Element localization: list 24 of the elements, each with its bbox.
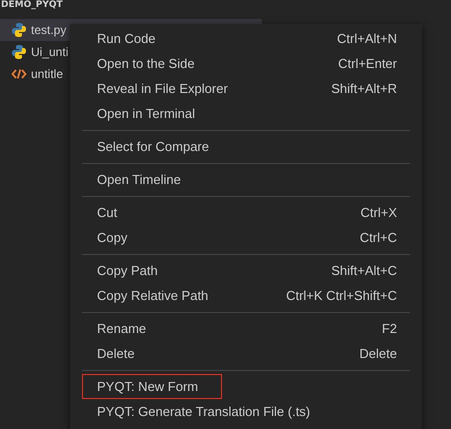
folder-title: DEMO_PYQT (1, 0, 63, 10)
shortcut-label: Ctrl+K Ctrl+Shift+C (286, 288, 397, 303)
shortcut-label: Ctrl+Alt+N (337, 31, 397, 46)
menu-label: PYQT: New Form (97, 379, 198, 394)
menu-label: Rename (97, 321, 146, 336)
menu-label: Select for Compare (97, 139, 209, 154)
shortcut-label: Delete (359, 346, 397, 361)
shortcut-label: F2 (382, 321, 397, 336)
menu-label: Open Timeline (97, 172, 181, 187)
menu-label: Copy Relative Path (97, 288, 208, 303)
shortcut-label: Ctrl+C (360, 230, 397, 245)
shortcut-label: Shift+Alt+R (331, 81, 397, 96)
menu-label: Delete (97, 346, 135, 361)
menu-label: Copy (97, 230, 128, 245)
menu-label: Copy Path (97, 263, 158, 278)
menu-label: Open to the Side (97, 56, 195, 71)
shortcut-label: Ctrl+Enter (338, 56, 397, 71)
menu-label: Open in Terminal (97, 106, 196, 121)
shortcut-label: Ctrl+X (360, 205, 397, 220)
menu-label: Reveal in File Explorer (97, 81, 228, 96)
shortcut-label: Shift+Alt+C (331, 263, 397, 278)
menu-label: Cut (97, 205, 118, 220)
menu-label: PYQT: Generate Translation File (.ts) (97, 404, 310, 419)
menu-label: Run Code (97, 31, 156, 46)
